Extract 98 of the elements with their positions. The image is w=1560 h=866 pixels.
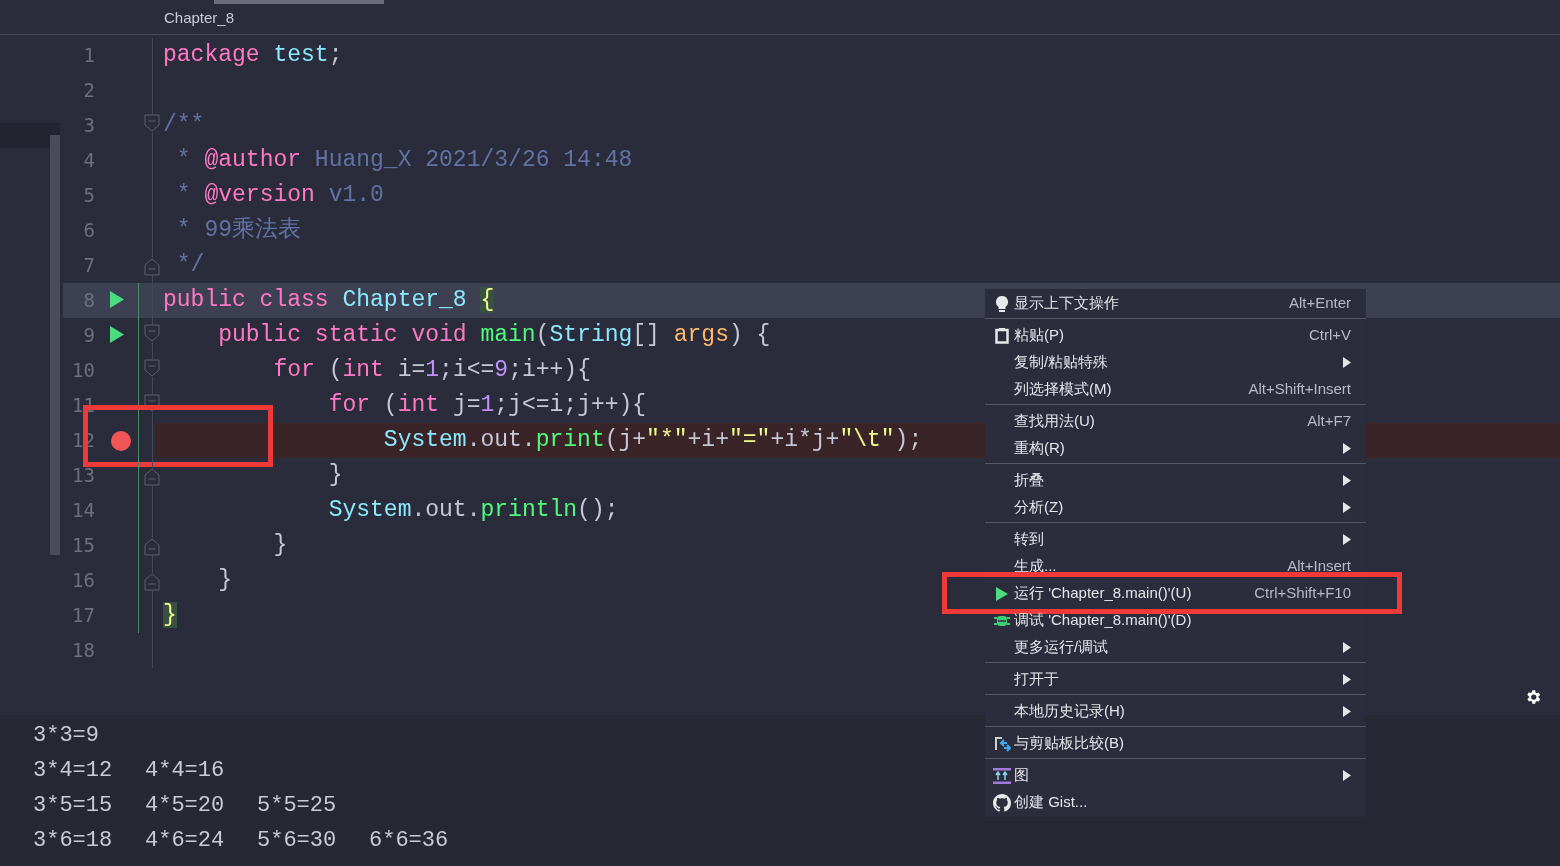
console-output: 4*6=24 (145, 827, 226, 855)
github-icon (992, 793, 1011, 812)
menu-item[interactable]: 列选择模式(M) Alt+Shift+Insert (985, 376, 1366, 403)
fold-icon[interactable] (144, 538, 160, 556)
shortcut-label: Alt+Enter (1288, 293, 1351, 314)
menu-item[interactable]: 折叠 (985, 467, 1366, 494)
line-number: 18 (71, 638, 95, 664)
menu-item-label: 复制/粘贴特殊 (1014, 352, 1109, 373)
fold-icon[interactable] (144, 114, 160, 132)
menu-item[interactable]: 本地历史记录(H) (985, 698, 1366, 725)
menu-item[interactable]: 显示上下文操作 Alt+Enter (985, 290, 1366, 317)
menu-item-label: 更多运行/调试 (1014, 637, 1109, 658)
menu-item[interactable]: 与剪贴板比较(B) (985, 730, 1366, 757)
line-number: 13 (71, 463, 95, 489)
menu-item-label: 粘贴(P) (1014, 325, 1064, 346)
breakpoint-icon[interactable] (111, 431, 131, 451)
line-number: 5 (82, 183, 95, 209)
run-icon[interactable] (110, 326, 124, 343)
code-line: /** (163, 111, 205, 140)
line-number: 15 (71, 533, 95, 559)
menu-item-label: 转到 (1014, 529, 1044, 550)
menu-item[interactable]: 运行 'Chapter_8.main()'(U) Ctrl+Shift+F10 (985, 580, 1366, 607)
line-number: 7 (82, 253, 95, 279)
fold-icon[interactable] (144, 468, 160, 486)
code-line: } (272, 531, 288, 560)
fold-icon[interactable] (144, 359, 160, 377)
line-number: 6 (82, 218, 95, 244)
line-number: 9 (82, 323, 95, 349)
scrollbar[interactable] (50, 135, 60, 555)
menu-item-label: 打开于 (1014, 669, 1059, 690)
line-number: 4 (82, 148, 95, 174)
code-line: * @version v1.0 (175, 181, 384, 210)
menu-item-label: 列选择模式(M) (1014, 379, 1112, 400)
menu-item-label: 与剪贴板比较(B) (1014, 733, 1124, 754)
tab-scroll-thumb[interactable] (214, 0, 384, 4)
line-number: 14 (71, 498, 95, 524)
menu-item[interactable]: 转到 (985, 526, 1366, 553)
menu-item[interactable]: 打开于 (985, 666, 1366, 693)
shortcut-label: Alt+Shift+Insert (1248, 379, 1351, 400)
file-tab[interactable]: Chapter_8 (164, 6, 235, 29)
code-line: System.out.println(); (327, 496, 619, 525)
fold-icon[interactable] (144, 258, 160, 276)
code-line: for (int j=1;j<=i;j++){ (327, 391, 647, 420)
fold-icon[interactable] (144, 324, 160, 342)
menu-item[interactable]: 调试 'Chapter_8.main()'(D) (985, 607, 1366, 634)
code-line: } (327, 461, 343, 490)
console-output: 3*6=18 (33, 827, 114, 855)
line-number: 1 (82, 43, 95, 69)
console-output: 5*5=25 (257, 792, 338, 820)
menu-item-label: 运行 'Chapter_8.main()'(U) (1014, 583, 1192, 604)
shortcut-label: Alt+Insert (1287, 556, 1351, 577)
menu-item-label: 生成... (1014, 556, 1057, 577)
selected-row[interactable] (0, 123, 60, 148)
menu-item[interactable]: 分析(Z) (985, 494, 1366, 521)
code-line: */ (175, 251, 205, 280)
menu-item-label: 本地历史记录(H) (1014, 701, 1125, 722)
bug-icon (993, 613, 1010, 628)
console-output: 3*4=12 (33, 757, 114, 785)
menu-item-label: 调试 'Chapter_8.main()'(D) (1014, 610, 1192, 631)
menu-item-label: 分析(Z) (1014, 497, 1064, 518)
shortcut-label: Ctrl+Shift+F10 (1254, 583, 1351, 604)
line-number: 2 (82, 78, 95, 104)
line-number: 10 (71, 358, 95, 384)
menu-item-label: 折叠 (1014, 470, 1044, 491)
console-output: 3*5=15 (33, 792, 114, 820)
menu-item[interactable]: 复制/粘贴特殊 (985, 349, 1366, 376)
code-line: for (int i=1;i<=9;i++){ (272, 356, 591, 385)
code-line: * @author Huang_X 2021/3/26 14:48 (175, 146, 633, 175)
shortcut-label: Ctrl+V (1308, 325, 1351, 346)
run-icon[interactable] (110, 291, 124, 308)
menu-item[interactable]: 生成... Alt+Insert (985, 553, 1366, 580)
console-output: 4*4=16 (145, 757, 226, 785)
clipboard-icon (994, 327, 1009, 344)
line-number: 3 (82, 113, 95, 139)
menu-item-label: 重构(R) (1014, 438, 1065, 459)
code-line: package test; (163, 41, 343, 70)
menu-item[interactable]: 更多运行/调试 (985, 634, 1366, 661)
compare-icon (992, 734, 1011, 753)
line-number: 16 (71, 568, 95, 594)
console-output: 3*3=9 (33, 722, 100, 750)
code-line: public class Chapter_8 { (163, 286, 495, 315)
code-line: public static void main(String[] args) { (217, 321, 771, 350)
console-output: 5*6=30 (257, 827, 338, 855)
play-icon (994, 585, 1009, 602)
menu-item-label: 图 (1014, 765, 1029, 786)
code-line: } (217, 566, 232, 595)
lightbulb-icon (994, 294, 1009, 313)
menu-item-label: 创建 Gist... (1014, 792, 1088, 813)
menu-item[interactable]: 图 (985, 762, 1366, 789)
code-line: * 99乘法表 (175, 216, 301, 245)
menu-item[interactable]: 创建 Gist... (985, 789, 1366, 816)
line-number: 17 (71, 603, 95, 629)
menu-item-label: 显示上下文操作 (1014, 293, 1119, 314)
menu-item[interactable]: 粘贴(P) Ctrl+V (985, 322, 1366, 349)
console-output: 6*6=36 (369, 827, 450, 855)
fold-icon[interactable] (144, 573, 160, 591)
console-output: 4*5=20 (145, 792, 226, 820)
diagram-icon (992, 767, 1011, 784)
